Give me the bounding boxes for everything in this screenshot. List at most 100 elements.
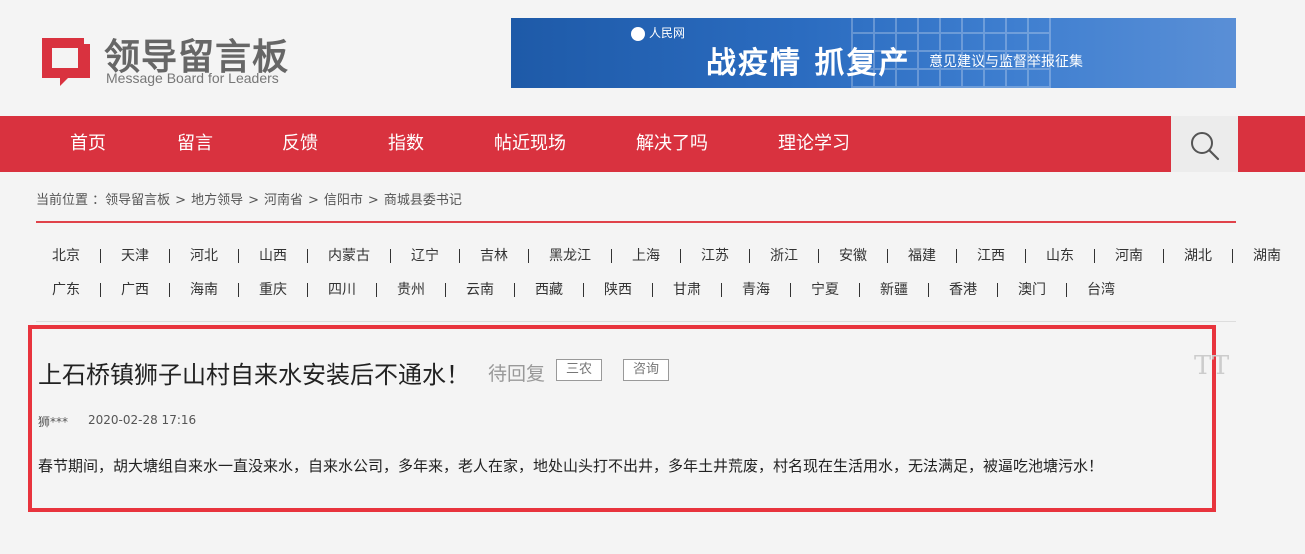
banner-subline: 意见建议与监督举报征集 [929,54,1083,70]
nav-item-home[interactable]: 首页 [70,116,106,172]
province-separator [169,283,170,297]
province-separator [859,283,860,297]
banner-headline: 战疫情 抓复产 [706,46,911,81]
province-separator [100,283,101,297]
breadcrumb-separator: > [367,193,379,208]
province-link[interactable]: 江苏 [701,245,729,267]
breadcrumb-divider [36,221,1236,223]
province-link[interactable]: 宁夏 [811,279,839,301]
breadcrumb-item-current[interactable]: 商城县委书记 [384,193,462,208]
province-separator [680,249,681,263]
province-separator [1163,249,1164,263]
province-separator [390,249,391,263]
province-link[interactable]: 吉林 [480,245,508,267]
province-link[interactable]: 浙江 [770,245,798,267]
breadcrumb-item-board[interactable]: 领导留言板 [105,193,170,208]
message-timestamp: 2020-02-28 17:16 [88,413,197,427]
province-separator [818,249,819,263]
province-link[interactable]: 新疆 [880,279,908,301]
province-separator [652,283,653,297]
province-link[interactable]: 四川 [328,279,356,301]
province-separator [376,283,377,297]
province-separator [528,249,529,263]
banner-brand-name: 人民网 [649,26,686,40]
province-link[interactable]: 山西 [259,245,287,267]
message-title: 上石桥镇狮子山村自来水安装后不通水！ [38,361,470,389]
province-link[interactable]: 青海 [742,279,770,301]
province-separator [307,249,308,263]
nav-item-message[interactable]: 留言 [177,116,213,172]
province-link[interactable]: 福建 [908,245,936,267]
nav-item-feedback[interactable]: 反馈 [282,116,318,172]
tag-category[interactable]: 三农 [556,359,603,381]
province-link[interactable]: 上海 [632,245,660,267]
campaign-banner[interactable]: 人民网 战疫情 抓复产 意见建议与监督举报征集 [511,18,1236,88]
province-link[interactable]: 河北 [190,245,218,267]
province-link[interactable]: 广西 [121,279,149,301]
province-row: 北京 天津 河北 山西 内蒙古 辽宁 吉林 黑龙江 上海 江苏 浙江 安徽 福建 江西 山东 河南 湖北 湖南 [52,245,1281,269]
province-separator [238,283,239,297]
message-card: 上石桥镇狮子山村自来水安装后不通水！ 待回复 三农 咨询 TT 狮*** 202… [28,325,1229,512]
breadcrumb-item-xinyang[interactable]: 信阳市 [324,193,363,208]
province-link[interactable]: 山东 [1046,245,1074,267]
province-separator [307,283,308,297]
province-separator [1025,249,1026,263]
province-link[interactable]: 江西 [977,245,1005,267]
province-link[interactable]: 广东 [52,279,80,301]
page-header: 领导留言板 Message Board for Leaders 人民网 战疫情 … [0,0,1305,116]
province-separator [997,283,998,297]
province-separator [611,249,612,263]
province-separator [583,283,584,297]
section-divider [36,321,1236,322]
province-separator [238,249,239,263]
nav-item-onsite[interactable]: 帖近现场 [494,116,566,172]
province-link[interactable]: 海南 [190,279,218,301]
province-link[interactable]: 澳门 [1018,279,1046,301]
province-separator [514,283,515,297]
logo-mark-icon [42,38,90,86]
province-link[interactable]: 重庆 [259,279,287,301]
province-separator [1232,249,1233,263]
nav-item-index[interactable]: 指数 [388,116,424,172]
message-author: 狮*** [38,415,69,429]
tag-type[interactable]: 咨询 [623,359,670,381]
breadcrumb-separator: > [175,193,187,208]
province-separator [749,249,750,263]
status-badge: 待回复 [488,363,546,385]
search-button[interactable] [1171,116,1238,172]
province-separator [956,249,957,263]
breadcrumb-item-local-leaders[interactable]: 地方领导 [191,193,243,208]
province-separator [790,283,791,297]
province-link[interactable]: 内蒙古 [328,245,370,267]
breadcrumb: 当前位置 ：领导留言板 > 地方领导 > 河南省 > 信阳市 > 商城县委书记 [36,189,462,208]
font-size-toggle-icon[interactable]: TT [1194,351,1229,381]
province-link[interactable]: 北京 [52,245,80,267]
province-link[interactable]: 甘肃 [673,279,701,301]
province-link[interactable]: 湖北 [1184,245,1212,267]
breadcrumb-separator: > [308,193,319,208]
nav-item-theory[interactable]: 理论学习 [778,116,850,172]
province-separator [928,283,929,297]
search-icon [1191,132,1220,161]
province-link[interactable]: 湖南 [1253,245,1281,267]
nav-item-resolved[interactable]: 解决了吗 [636,116,708,172]
banner-brand: 人民网 [631,24,685,41]
province-link[interactable]: 西藏 [535,279,563,301]
province-link[interactable]: 安徽 [839,245,867,267]
province-link[interactable]: 台湾 [1087,279,1115,301]
province-link[interactable]: 黑龙江 [549,245,591,267]
site-logo[interactable]: 领导留言板 Message Board for Leaders [38,28,308,90]
province-separator [169,249,170,263]
province-link[interactable]: 香港 [949,279,977,301]
breadcrumb-item-henan[interactable]: 河南省 [264,193,303,208]
message-body: 春节期间，胡大塘组自来水一直没来水，自来水公司，多年来，老人在家，地处山头打不出… [38,457,1104,475]
province-link[interactable]: 辽宁 [411,245,439,267]
province-link[interactable]: 陕西 [604,279,632,301]
province-separator [887,249,888,263]
province-link[interactable]: 贵州 [397,279,425,301]
logo-subtitle: Message Board for Leaders [106,70,279,86]
province-link[interactable]: 天津 [121,245,149,267]
province-separator [1094,249,1095,263]
province-link[interactable]: 河南 [1115,245,1143,267]
province-link[interactable]: 云南 [466,279,494,301]
